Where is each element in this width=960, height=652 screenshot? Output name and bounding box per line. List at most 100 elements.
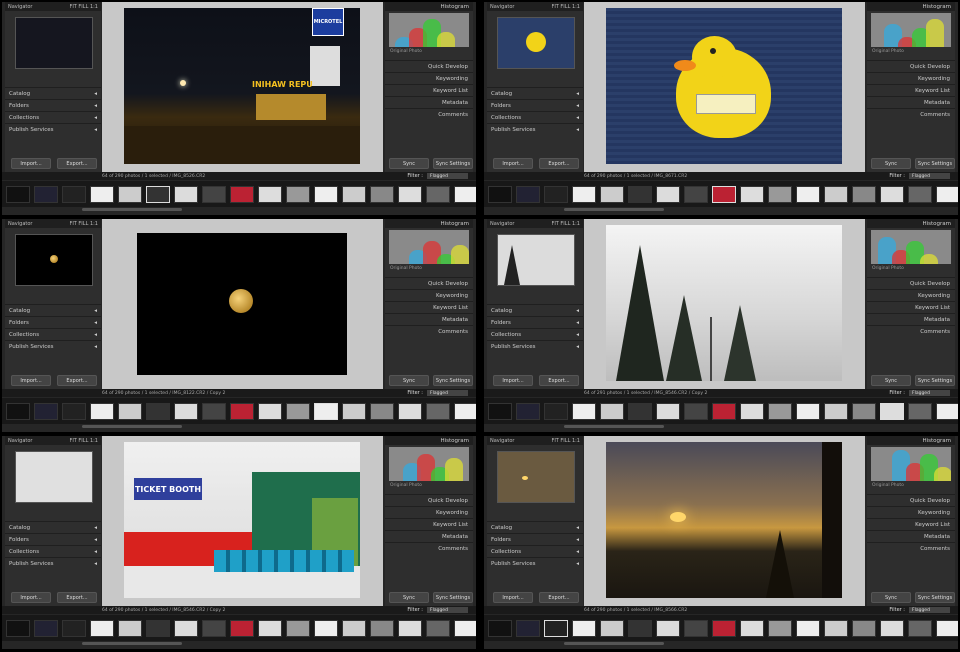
filmstrip-thumbnail[interactable]	[342, 402, 366, 420]
left-section-0[interactable]: Catalog ◂	[5, 521, 101, 533]
filmstrip-thumbnail[interactable]	[768, 402, 792, 420]
navigator-preview[interactable]	[497, 17, 575, 69]
filmstrip-thumbnail[interactable]	[62, 619, 86, 637]
filmstrip-thumbnail[interactable]	[6, 619, 30, 637]
right-section-4[interactable]: Comments	[385, 108, 473, 120]
export-button[interactable]: Export...	[57, 158, 97, 169]
filmstrip-thumbnail[interactable]	[880, 619, 904, 637]
histogram-header[interactable]: Histogram	[867, 436, 955, 445]
filmstrip-thumbnail[interactable]	[628, 402, 652, 420]
filmstrip-thumbnail[interactable]	[62, 402, 86, 420]
left-section-0[interactable]: Catalog ◂	[5, 87, 101, 99]
filmstrip-thumbnail[interactable]	[600, 185, 624, 203]
filmstrip-thumbnail[interactable]	[796, 402, 820, 420]
left-section-1[interactable]: Folders ◂	[487, 99, 583, 111]
filmstrip-thumbnail[interactable]	[684, 619, 708, 637]
filmstrip-thumbnail[interactable]	[628, 619, 652, 637]
filmstrip-thumbnail[interactable]	[286, 185, 310, 203]
filmstrip-thumbnail[interactable]	[426, 619, 450, 637]
left-section-3[interactable]: Publish Services ◂	[487, 340, 583, 352]
main-view[interactable]: TICKET BOOTH	[102, 436, 383, 606]
navigator-header[interactable]: Navigator FIT FILL 1:1	[5, 2, 101, 11]
left-section-1[interactable]: Folders ◂	[5, 316, 101, 328]
navigator-preview[interactable]	[15, 451, 93, 503]
histogram-header[interactable]: Histogram	[385, 436, 473, 445]
sync-button[interactable]: Sync	[871, 375, 911, 386]
filmstrip-thumbnail[interactable]	[174, 619, 198, 637]
filter-dropdown[interactable]: Flagged	[909, 607, 950, 613]
original-photo-toggle[interactable]: Original Photo	[867, 483, 955, 488]
filmstrip-thumbnail[interactable]	[852, 619, 876, 637]
filmstrip-thumbnail[interactable]	[34, 402, 58, 420]
filmstrip-thumbnail[interactable]	[628, 185, 652, 203]
filmstrip-thumbnail[interactable]	[516, 402, 540, 420]
filmstrip-thumbnail[interactable]	[572, 619, 596, 637]
right-section-1[interactable]: Keywording	[867, 506, 955, 518]
filmstrip-thumbnail[interactable]	[398, 402, 422, 420]
sync-button[interactable]: Sync	[389, 375, 429, 386]
filmstrip-thumbnail[interactable]	[90, 185, 114, 203]
left-section-3[interactable]: Publish Services ◂	[5, 557, 101, 569]
right-section-0[interactable]: Quick Develop	[867, 277, 955, 289]
right-section-1[interactable]: Keywording	[385, 506, 473, 518]
export-button[interactable]: Export...	[539, 375, 579, 386]
filmstrip-thumbnail[interactable]	[936, 185, 958, 203]
filter-dropdown[interactable]: Flagged	[427, 607, 468, 613]
filmstrip-thumbnail[interactable]	[342, 619, 366, 637]
left-section-2[interactable]: Collections ◂	[487, 328, 583, 340]
filmstrip-thumbnail[interactable]	[656, 619, 680, 637]
import-button[interactable]: Import...	[493, 592, 533, 603]
filmstrip-thumbnail[interactable]	[454, 402, 476, 420]
left-section-0[interactable]: Catalog ◂	[487, 304, 583, 316]
right-section-3[interactable]: Metadata	[385, 96, 473, 108]
sync-button[interactable]: Sync	[871, 592, 911, 603]
filmstrip-thumbnail[interactable]	[398, 619, 422, 637]
left-section-3[interactable]: Publish Services ◂	[5, 340, 101, 352]
filmstrip-thumbnail[interactable]	[600, 619, 624, 637]
right-section-2[interactable]: Keyword List	[867, 518, 955, 530]
filmstrip[interactable]	[484, 398, 958, 424]
filmstrip-thumbnail[interactable]	[936, 402, 958, 420]
original-photo-toggle[interactable]: Original Photo	[385, 49, 473, 54]
right-section-1[interactable]: Keywording	[385, 289, 473, 301]
filmstrip-thumbnail[interactable]	[230, 185, 254, 203]
export-button[interactable]: Export...	[539, 592, 579, 603]
filmstrip-thumbnail[interactable]	[286, 619, 310, 637]
sync-settings-button[interactable]: Sync Settings	[433, 592, 473, 603]
filmstrip[interactable]	[2, 398, 476, 424]
filmstrip-thumbnail[interactable]	[370, 619, 394, 637]
histogram-header[interactable]: Histogram	[385, 219, 473, 228]
filmstrip-thumbnail[interactable]	[740, 185, 764, 203]
filmstrip-thumbnail[interactable]	[90, 619, 114, 637]
filmstrip-thumbnail[interactable]	[712, 402, 736, 420]
left-section-0[interactable]: Catalog ◂	[487, 521, 583, 533]
sync-settings-button[interactable]: Sync Settings	[433, 375, 473, 386]
filmstrip-thumbnail[interactable]	[796, 619, 820, 637]
sync-button[interactable]: Sync	[389, 158, 429, 169]
filmstrip-thumbnail[interactable]	[202, 619, 226, 637]
filmstrip-thumbnail[interactable]	[796, 185, 820, 203]
right-section-4[interactable]: Comments	[385, 542, 473, 554]
filmstrip-thumbnail[interactable]	[544, 619, 568, 637]
filmstrip-scrollbar[interactable]	[564, 642, 664, 645]
right-section-2[interactable]: Keyword List	[385, 518, 473, 530]
filmstrip-scrollbar[interactable]	[564, 425, 664, 428]
left-section-2[interactable]: Collections ◂	[5, 328, 101, 340]
histogram-header[interactable]: Histogram	[867, 2, 955, 11]
filter-dropdown[interactable]: Flagged	[909, 173, 950, 179]
right-section-3[interactable]: Metadata	[867, 96, 955, 108]
sync-button[interactable]: Sync	[871, 158, 911, 169]
navigator-header[interactable]: Navigator FIT FILL 1:1	[487, 436, 583, 445]
filmstrip[interactable]	[484, 181, 958, 207]
original-photo-toggle[interactable]: Original Photo	[867, 266, 955, 271]
sync-settings-button[interactable]: Sync Settings	[433, 158, 473, 169]
filmstrip-thumbnail[interactable]	[880, 185, 904, 203]
right-section-4[interactable]: Comments	[867, 542, 955, 554]
import-button[interactable]: Import...	[11, 592, 51, 603]
right-section-4[interactable]: Comments	[867, 108, 955, 120]
filmstrip-thumbnail[interactable]	[600, 402, 624, 420]
left-section-1[interactable]: Folders ◂	[487, 316, 583, 328]
filmstrip-thumbnail[interactable]	[768, 185, 792, 203]
filmstrip-thumbnail[interactable]	[852, 185, 876, 203]
filmstrip-thumbnail[interactable]	[712, 185, 736, 203]
